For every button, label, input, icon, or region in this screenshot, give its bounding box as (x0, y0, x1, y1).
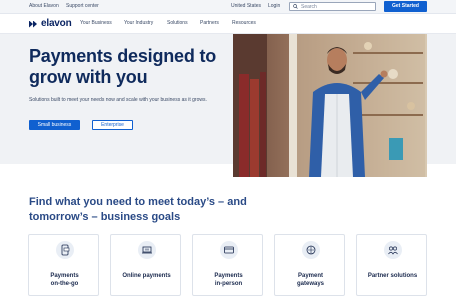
logo-text: elavon (41, 18, 72, 29)
search-icon (293, 4, 298, 9)
nav-your-industry[interactable]: Your Industry (124, 20, 153, 26)
search-input[interactable] (301, 3, 373, 10)
about-link[interactable]: About Elavon (29, 3, 59, 9)
card-payments-in-person[interactable]: Payments in-person (192, 234, 263, 296)
elavon-logo[interactable]: elavon (29, 18, 72, 30)
enterprise-button[interactable]: Enterprise (92, 120, 133, 130)
login-link[interactable]: Login (268, 3, 280, 9)
card-payment-gateways[interactable]: Payment gateways (274, 234, 345, 296)
nav-solutions[interactable]: Solutions (167, 20, 188, 26)
card-payments-on-the-go[interactable]: Payments on-the-go (28, 234, 99, 296)
card-label: Partner solutions (367, 273, 418, 279)
small-business-button[interactable]: Small business (29, 120, 80, 130)
card-online-payments[interactable]: Online payments (110, 234, 181, 296)
get-started-button[interactable]: Get Started (384, 1, 427, 12)
card-terminal-icon (220, 241, 238, 259)
laptop-payment-icon (138, 241, 156, 259)
nav-your-business[interactable]: Your Business (80, 20, 112, 26)
logo-mark-icon (29, 20, 38, 28)
hero-subtitle: Solutions built to meet your needs now a… (29, 97, 207, 103)
hero-photo (233, 34, 427, 177)
search-box[interactable] (289, 2, 376, 11)
support-center-link[interactable]: Support center (66, 3, 99, 9)
card-label: Online payments (122, 273, 171, 279)
card-label: Payments in-person (214, 273, 243, 287)
card-label: Payment gateways (296, 273, 324, 287)
nav-partners[interactable]: Partners (200, 20, 219, 26)
partners-icon (384, 241, 402, 259)
card-label: Payments on-the-go (50, 273, 79, 287)
region-selector[interactable]: United States (231, 3, 261, 9)
section-heading: Find what you need to meet today’s – and… (29, 196, 247, 223)
mobile-payment-icon (56, 241, 74, 259)
nav-resources[interactable]: Resources (232, 20, 256, 26)
main-nav: elavon Your Business Your Industry Solut… (0, 14, 456, 34)
hero-title: Payments designed to grow with you (29, 46, 217, 87)
card-partner-solutions[interactable]: Partner solutions (356, 234, 427, 296)
gateway-icon (302, 241, 320, 259)
